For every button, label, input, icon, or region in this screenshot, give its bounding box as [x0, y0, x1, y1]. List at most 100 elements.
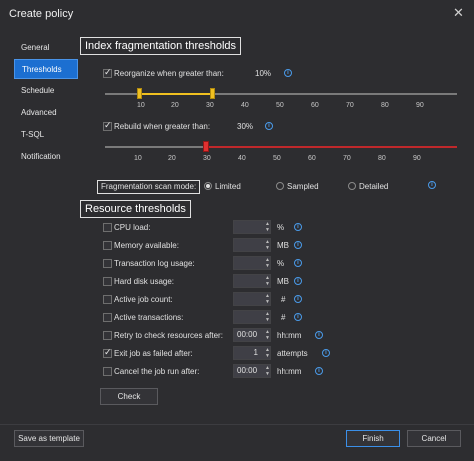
rebuild-slider-track[interactable]	[105, 146, 205, 148]
exit-job-info-icon[interactable]: i	[322, 349, 330, 357]
nav-item-schedule[interactable]: Schedule	[14, 81, 78, 101]
scan-mode-detailed-label[interactable]: Detailed	[359, 182, 388, 191]
scan-mode-limited-radio[interactable]	[204, 182, 212, 190]
tick-label: 70	[346, 102, 354, 109]
window-title: Create policy	[9, 8, 74, 20]
cpu-load-checkbox[interactable]	[103, 223, 112, 232]
tick-label: 20	[171, 102, 179, 109]
tick-label: 90	[413, 155, 421, 162]
reorganize-checkbox[interactable]	[103, 67, 112, 78]
nav-item-general[interactable]: General	[14, 38, 78, 58]
tick-label: 50	[276, 102, 284, 109]
active-job-count-label: Active job count:	[114, 295, 173, 304]
rebuild-info-icon[interactable]: i	[265, 122, 273, 130]
hard-disk-usage-info-icon[interactable]: i	[294, 277, 302, 285]
tick-label: 80	[378, 155, 386, 162]
nav-item-advanced[interactable]: Advanced	[14, 103, 78, 123]
scan-mode-info-icon[interactable]: i	[428, 181, 436, 189]
scan-mode-sampled-label[interactable]: Sampled	[287, 182, 319, 191]
tick-label: 10	[137, 102, 145, 109]
check-button[interactable]: Check	[100, 388, 158, 405]
index-fragmentation-title: Index fragmentation thresholds	[80, 37, 242, 55]
transaction-log-usage-checkbox[interactable]	[103, 259, 112, 268]
hard-disk-usage-unit: MB	[277, 277, 289, 286]
resource-thresholds-title: Resource thresholds	[80, 200, 191, 218]
tick-label: 30	[206, 102, 214, 109]
hard-disk-usage-spin-icon[interactable]: ▲ ▼	[264, 275, 271, 287]
active-job-count-spin-icon[interactable]: ▲ ▼	[264, 293, 271, 305]
nav-item-tsql[interactable]: T-SQL	[14, 125, 78, 145]
reorganize-high-handle[interactable]	[210, 88, 215, 99]
transaction-log-usage-label: Transaction log usage:	[114, 259, 195, 268]
rebuild-handle[interactable]	[203, 141, 209, 152]
tick-label: 10	[134, 155, 142, 162]
tick-label: 30	[203, 155, 211, 162]
active-transactions-unit: #	[281, 313, 286, 322]
hard-disk-usage-checkbox[interactable]	[103, 277, 112, 286]
cancel-job-run-checkbox[interactable]	[103, 367, 112, 376]
tick-label: 40	[241, 102, 249, 109]
footer-divider	[0, 424, 474, 425]
cpu-load-label: CPU load:	[114, 223, 151, 232]
memory-available-checkbox[interactable]	[103, 241, 112, 250]
finish-button[interactable]: Finish	[346, 430, 400, 447]
rebuild-checkbox[interactable]	[103, 120, 112, 131]
active-job-count-unit: #	[281, 295, 286, 304]
memory-available-unit: MB	[277, 241, 289, 250]
exit-job-label: Exit job as failed after:	[114, 349, 193, 358]
reorganize-low-handle[interactable]	[137, 88, 142, 99]
active-transactions-label: Active transactions:	[114, 313, 184, 322]
tick-label: 80	[381, 102, 389, 109]
retry-check-checkbox[interactable]	[103, 331, 112, 340]
memory-available-spin-icon[interactable]: ▲ ▼	[264, 239, 271, 251]
transaction-log-usage-info-icon[interactable]: i	[294, 259, 302, 267]
retry-check-spin-icon[interactable]: ▲ ▼	[264, 329, 271, 341]
cancel-button[interactable]: Cancel	[407, 430, 461, 447]
cpu-load-unit: %	[277, 223, 285, 232]
scan-mode-sampled-radio[interactable]	[276, 182, 284, 190]
tick-label: 50	[273, 155, 281, 162]
rebuild-label: Rebuild when greater than:	[114, 122, 211, 131]
scan-mode-limited-label[interactable]: Limited	[215, 182, 241, 191]
retry-check-info-icon[interactable]: i	[315, 331, 323, 339]
tick-label: 60	[308, 155, 316, 162]
scan-mode-label: Fragmentation scan mode:	[97, 180, 201, 194]
cancel-job-run-label: Cancel the job run after:	[114, 367, 200, 376]
cancel-job-run-unit: hh:mm	[277, 367, 302, 376]
tick-label: 20	[168, 155, 176, 162]
reorganize-info-icon[interactable]: i	[284, 69, 292, 77]
cpu-load-spin-icon[interactable]: ▲ ▼	[264, 221, 271, 233]
nav-item-notification[interactable]: Notification	[14, 147, 78, 167]
transaction-log-usage-spin-icon[interactable]: ▲ ▼	[264, 257, 271, 269]
retry-check-label: Retry to check resources after:	[114, 331, 223, 340]
reorganize-value: 10%	[255, 69, 272, 78]
active-transactions-info-icon[interactable]: i	[294, 313, 302, 321]
active-transactions-spin-icon[interactable]: ▲ ▼	[264, 311, 271, 323]
reorganize-slider-range	[140, 93, 212, 95]
cpu-load-info-icon[interactable]: i	[294, 223, 302, 231]
retry-check-unit: hh:mm	[277, 331, 302, 340]
cancel-job-run-spin-icon[interactable]: ▲ ▼	[264, 365, 271, 377]
save-as-template-button[interactable]: Save as template	[14, 430, 84, 447]
nav-item-thresholds[interactable]: Thresholds	[14, 59, 78, 79]
exit-job-checkbox[interactable]	[103, 347, 112, 358]
hard-disk-usage-label: Hard disk usage:	[114, 277, 175, 286]
tick-label: 90	[416, 102, 424, 109]
rebuild-value: 30%	[237, 122, 254, 131]
tick-label: 70	[343, 155, 351, 162]
memory-available-label: Memory available:	[114, 241, 179, 250]
reorganize-label: Reorganize when greater than:	[114, 69, 224, 78]
cancel-job-run-info-icon[interactable]: i	[315, 367, 323, 375]
active-transactions-checkbox[interactable]	[103, 313, 112, 322]
rebuild-slider-range	[208, 146, 457, 148]
exit-job-spin-icon[interactable]: ▲ ▼	[264, 347, 271, 359]
transaction-log-usage-unit: %	[277, 259, 285, 268]
close-icon[interactable]: ✕	[453, 5, 464, 21]
active-job-count-checkbox[interactable]	[103, 295, 112, 304]
exit-job-unit: attempts	[277, 349, 308, 358]
memory-available-info-icon[interactable]: i	[294, 241, 302, 249]
active-job-count-info-icon[interactable]: i	[294, 295, 302, 303]
scan-mode-detailed-radio[interactable]	[348, 182, 356, 190]
tick-label: 60	[311, 102, 319, 109]
tick-label: 40	[238, 155, 246, 162]
